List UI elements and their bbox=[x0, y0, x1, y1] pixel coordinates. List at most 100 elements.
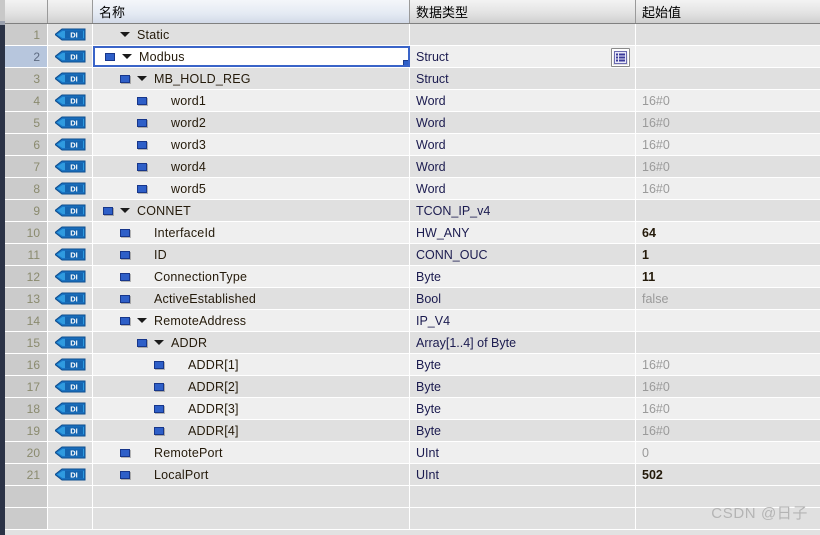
start-value-cell[interactable]: 16#0 bbox=[636, 178, 820, 199]
variable-name-cell[interactable]: word5 bbox=[93, 178, 410, 199]
data-type-cell[interactable]: CONN_OUC bbox=[410, 244, 636, 265]
table-row[interactable]: 3 DI MB_HOLD_REG Struct bbox=[5, 68, 820, 90]
data-type-cell[interactable]: Array[1..4] of Byte bbox=[410, 332, 636, 353]
variable-name-cell[interactable]: RemotePort bbox=[93, 442, 410, 463]
row-number-cell[interactable]: 9 bbox=[5, 200, 48, 221]
start-value-cell[interactable]: 16#0 bbox=[636, 376, 820, 397]
variable-name-cell[interactable]: ADDR[3] bbox=[93, 398, 410, 419]
variable-name-cell[interactable]: InterfaceId bbox=[93, 222, 410, 243]
data-type-cell[interactable]: Byte bbox=[410, 420, 636, 441]
row-number-cell[interactable]: 11 bbox=[5, 244, 48, 265]
variable-name-cell[interactable]: Static bbox=[93, 24, 410, 45]
variable-name-cell[interactable]: Modbus bbox=[93, 46, 410, 67]
start-value-cell[interactable]: 16#0 bbox=[636, 112, 820, 133]
table-row[interactable]: 15 DI ADDR Array[1..4] of Byte bbox=[5, 332, 820, 354]
table-row[interactable]: 2 DI Modbus Struct bbox=[5, 46, 820, 68]
selection-resize-handle[interactable] bbox=[403, 60, 408, 65]
start-value-cell[interactable]: 1 bbox=[636, 244, 820, 265]
data-type-cell[interactable]: Byte bbox=[410, 354, 636, 375]
row-number-cell[interactable]: 20 bbox=[5, 442, 48, 463]
start-value-cell[interactable]: 64 bbox=[636, 222, 820, 243]
variable-name-cell[interactable]: word2 bbox=[93, 112, 410, 133]
data-type-cell[interactable]: Struct bbox=[410, 68, 636, 89]
struct-list-button-icon[interactable] bbox=[611, 48, 630, 67]
row-number-cell[interactable]: 3 bbox=[5, 68, 48, 89]
start-value-cell[interactable]: 11 bbox=[636, 266, 820, 287]
triangle-down-icon[interactable] bbox=[150, 332, 167, 353]
start-value-cell[interactable]: 16#0 bbox=[636, 398, 820, 419]
table-row[interactable]: 12 DI ConnectionType Byte 11 bbox=[5, 266, 820, 288]
row-number-cell[interactable]: 4 bbox=[5, 90, 48, 111]
start-value-cell[interactable]: 16#0 bbox=[636, 354, 820, 375]
data-type-cell[interactable]: Word bbox=[410, 156, 636, 177]
data-type-cell[interactable]: Word bbox=[410, 90, 636, 111]
start-value-cell[interactable] bbox=[636, 46, 820, 67]
row-number-cell[interactable]: 8 bbox=[5, 178, 48, 199]
variable-name-cell[interactable]: word3 bbox=[93, 134, 410, 155]
start-value-cell[interactable] bbox=[636, 310, 820, 331]
variable-name-cell[interactable]: ActiveEstablished bbox=[93, 288, 410, 309]
variable-name-cell[interactable]: RemoteAddress bbox=[93, 310, 410, 331]
variable-name-cell[interactable]: word1 bbox=[93, 90, 410, 111]
triangle-down-icon[interactable] bbox=[133, 310, 150, 331]
table-row-empty[interactable] bbox=[5, 486, 820, 508]
table-row[interactable]: 20 DI RemotePort UInt 0 bbox=[5, 442, 820, 464]
data-type-cell[interactable]: TCON_IP_v4 bbox=[410, 200, 636, 221]
table-row[interactable]: 6 DI word3 Word 16#0 bbox=[5, 134, 820, 156]
variable-name-cell[interactable]: MB_HOLD_REG bbox=[93, 68, 410, 89]
data-type-cell[interactable]: HW_ANY bbox=[410, 222, 636, 243]
table-row[interactable]: 9 DI CONNET TCON_IP_v4 bbox=[5, 200, 820, 222]
row-number-cell[interactable]: 2 bbox=[5, 46, 48, 67]
variable-name-cell[interactable]: ADDR[2] bbox=[93, 376, 410, 397]
row-number-cell[interactable]: 7 bbox=[5, 156, 48, 177]
data-type-cell[interactable]: Byte bbox=[410, 376, 636, 397]
data-type-cell[interactable]: UInt bbox=[410, 442, 636, 463]
variable-name-cell[interactable]: ID bbox=[93, 244, 410, 265]
start-value-cell[interactable]: 16#0 bbox=[636, 90, 820, 111]
start-value-cell[interactable]: false bbox=[636, 288, 820, 309]
start-value-cell[interactable]: 16#0 bbox=[636, 156, 820, 177]
row-number-cell[interactable]: 6 bbox=[5, 134, 48, 155]
row-number-cell[interactable]: 18 bbox=[5, 398, 48, 419]
table-row[interactable]: 16 DI ADDR[1] Byte 16#0 bbox=[5, 354, 820, 376]
table-row[interactable]: 17 DI ADDR[2] Byte 16#0 bbox=[5, 376, 820, 398]
table-row[interactable]: 8 DI word5 Word 16#0 bbox=[5, 178, 820, 200]
data-type-cell[interactable]: UInt bbox=[410, 464, 636, 485]
row-number-cell[interactable]: 19 bbox=[5, 420, 48, 441]
row-number-cell[interactable]: 16 bbox=[5, 354, 48, 375]
variable-name-cell[interactable]: word4 bbox=[93, 156, 410, 177]
triangle-down-icon[interactable] bbox=[133, 68, 150, 89]
table-row[interactable]: 21 DI LocalPort UInt 502 bbox=[5, 464, 820, 486]
variable-name-cell[interactable]: ADDR[1] bbox=[93, 354, 410, 375]
row-number-cell[interactable]: 1 bbox=[5, 24, 48, 45]
data-type-cell[interactable]: IP_V4 bbox=[410, 310, 636, 331]
header-name-column[interactable]: 名称 bbox=[93, 0, 410, 23]
table-row[interactable]: 18 DI ADDR[3] Byte 16#0 bbox=[5, 398, 820, 420]
start-value-cell[interactable]: 0 bbox=[636, 442, 820, 463]
start-value-cell[interactable]: 16#0 bbox=[636, 134, 820, 155]
row-number-cell[interactable]: 21 bbox=[5, 464, 48, 485]
variable-name-cell[interactable]: CONNET bbox=[93, 200, 410, 221]
start-value-cell[interactable]: 502 bbox=[636, 464, 820, 485]
data-type-cell[interactable] bbox=[410, 24, 636, 45]
start-value-cell[interactable] bbox=[636, 24, 820, 45]
row-number-cell[interactable]: 14 bbox=[5, 310, 48, 331]
row-number-cell[interactable]: 17 bbox=[5, 376, 48, 397]
header-datatype-column[interactable]: 数据类型 bbox=[410, 0, 636, 23]
table-row[interactable]: 19 DI ADDR[4] Byte 16#0 bbox=[5, 420, 820, 442]
data-type-cell[interactable]: Struct bbox=[410, 46, 636, 67]
table-row[interactable]: 7 DI word4 Word 16#0 bbox=[5, 156, 820, 178]
table-row[interactable]: 13 DI ActiveEstablished Bool false bbox=[5, 288, 820, 310]
row-number-cell[interactable]: 13 bbox=[5, 288, 48, 309]
table-row[interactable]: 11 DI ID CONN_OUC 1 bbox=[5, 244, 820, 266]
table-row[interactable]: 14 DI RemoteAddress IP_V4 bbox=[5, 310, 820, 332]
table-row[interactable]: 10 DI InterfaceId HW_ANY 64 bbox=[5, 222, 820, 244]
triangle-down-icon[interactable] bbox=[118, 48, 135, 65]
row-number-cell[interactable]: 5 bbox=[5, 112, 48, 133]
triangle-down-icon[interactable] bbox=[116, 24, 133, 45]
start-value-cell[interactable] bbox=[636, 332, 820, 353]
variable-name-cell[interactable]: ADDR bbox=[93, 332, 410, 353]
table-row-empty[interactable] bbox=[5, 508, 820, 530]
row-number-cell[interactable]: 12 bbox=[5, 266, 48, 287]
row-number-cell[interactable]: 10 bbox=[5, 222, 48, 243]
